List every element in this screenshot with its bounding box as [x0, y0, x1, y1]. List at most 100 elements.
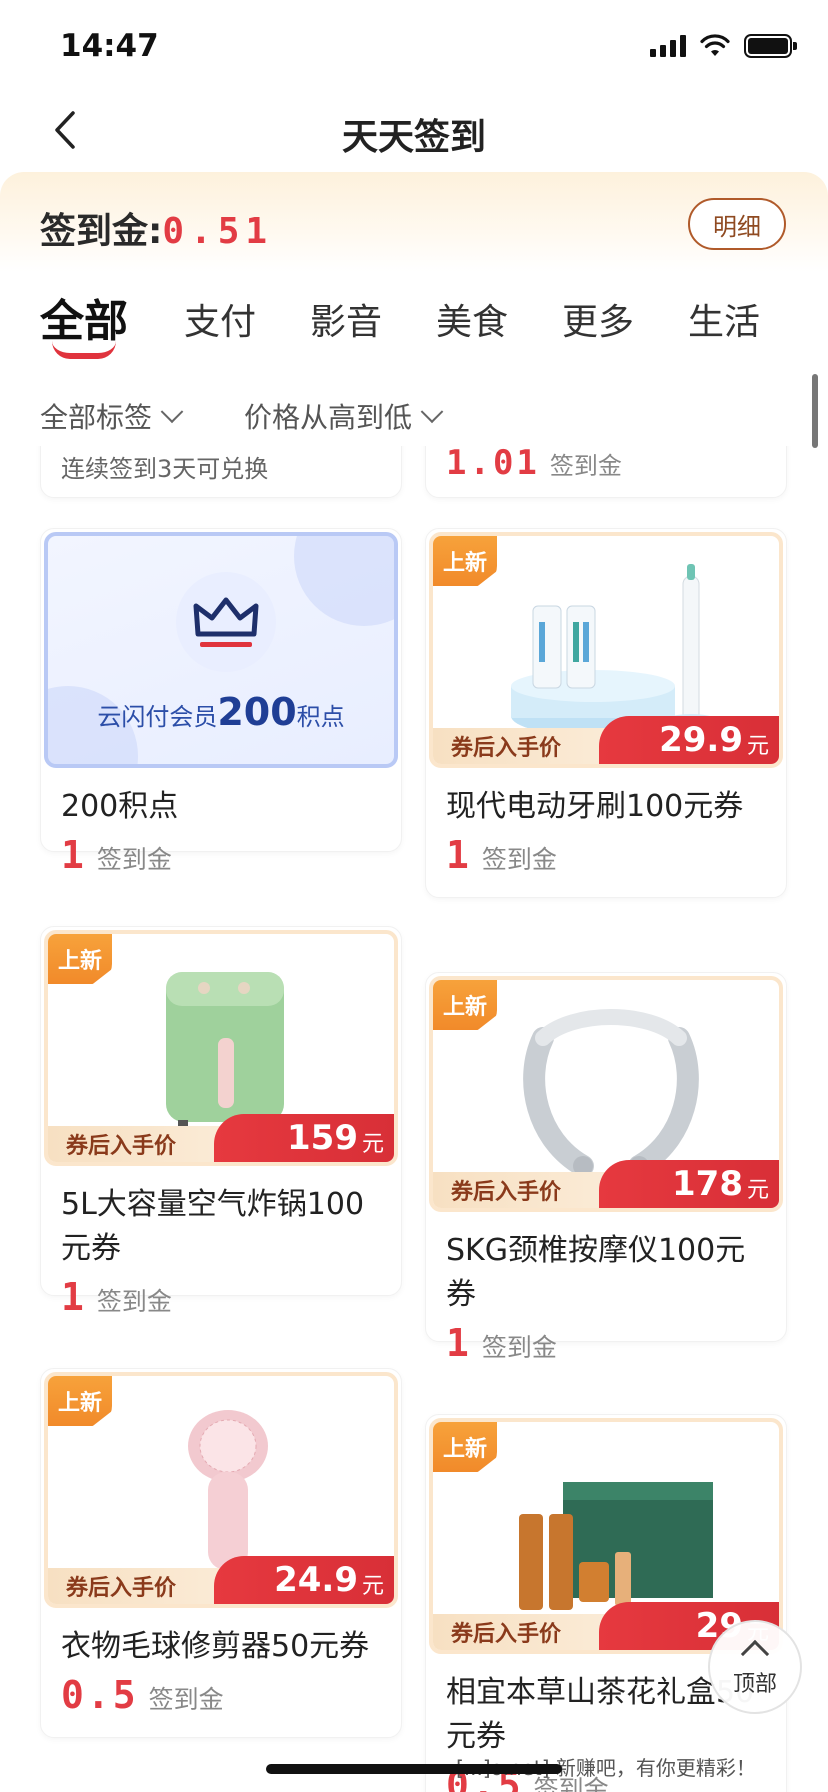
product-cost: 1 — [446, 1321, 472, 1365]
gift-box-image: 上新 券后入手价 29 元 — [429, 1418, 783, 1654]
product-card[interactable]: 上新 券后入手价 29.9 元 现代电动牙刷100元券 1 签到金 — [425, 528, 787, 898]
decor-blob — [294, 536, 394, 626]
product-cost-label: 签到金 — [148, 1685, 224, 1714]
balance-label: 签到金:0.51 — [40, 202, 273, 254]
price-value: 178 — [672, 1164, 743, 1204]
product-card[interactable]: 上新 券后入手价 178 元 SKG颈椎按摩仪100元券 1 签到金 — [425, 972, 787, 1365]
product-cost-label: 签到金 — [549, 452, 622, 480]
arrow-up-icon — [740, 1639, 770, 1669]
toothbrush-image: 上新 券后入手价 29.9 元 — [429, 532, 783, 768]
product-cost-row: 1 签到金 — [41, 829, 401, 895]
price-value: 159 — [287, 1118, 358, 1158]
product-title: SKG颈椎按摩仪100元券 — [446, 1233, 746, 1312]
status-time: 14:47 — [60, 28, 159, 64]
battery-icon — [744, 34, 797, 58]
signal-icon — [650, 35, 686, 57]
status-bar: 14:47 — [0, 0, 828, 90]
crown-icon — [176, 572, 276, 672]
member-card-image: 云闪付会员200积点 — [44, 532, 398, 768]
price-prefix: 券后入手价 — [433, 728, 624, 764]
product-cost-row: 1 签到金 — [426, 829, 786, 895]
product-card[interactable]: 云闪付会员200积点 200积点 1 签到金 — [40, 528, 402, 877]
product-card-partial[interactable]: 1.01 签到金 — [425, 446, 787, 498]
product-cost-row: 1 签到金 — [41, 1271, 401, 1337]
price-tag: 24.9 元 — [214, 1556, 394, 1604]
price-tag: 159 元 — [214, 1114, 394, 1162]
scrollbar[interactable] — [812, 374, 818, 448]
air-fryer-image: 上新 券后入手价 159 元 — [44, 930, 398, 1166]
product-title: 现代电动牙刷100元券 — [446, 789, 744, 824]
tag-filter-dropdown[interactable]: 全部标签 — [40, 396, 184, 436]
category-tabs: 全部 支付 影音 美食 更多 生活 — [0, 285, 828, 375]
product-grid: 连续签到3天可兑换 1.01 签到金 云闪付会员200积点 200积点 1 签到… — [0, 446, 828, 1792]
product-title: 200积点 — [61, 789, 179, 824]
page-title: 天天签到 — [341, 117, 486, 158]
sort-filter-dropdown[interactable]: 价格从高到低 — [244, 396, 444, 436]
sort-filter-label: 价格从高到低 — [244, 401, 413, 434]
product-title: 衣物毛球修剪器50元券 — [61, 1629, 370, 1664]
neck-massager-image: 上新 券后入手价 178 元 — [429, 976, 783, 1212]
product-card[interactable]: 上新 券后入手价 24.9 元 衣物毛球修剪器50元券 0.5 签到金 — [40, 1368, 402, 1738]
price-unit: 元 — [361, 1132, 384, 1157]
detail-button[interactable]: 明细 — [688, 198, 786, 250]
tab-life[interactable]: 生活 — [688, 293, 760, 345]
balance-header: 签到金:0.51 明细 — [0, 172, 828, 272]
filter-bar: 全部标签 价格从高到低 — [0, 390, 828, 440]
member-text-points: 200 — [217, 690, 297, 734]
tab-payment[interactable]: 支付 — [184, 293, 256, 345]
price-bar: 券后入手价 159 元 — [48, 1114, 394, 1162]
active-tab-indicator — [52, 341, 116, 359]
product-cost-label: 签到金 — [96, 1287, 172, 1316]
chevron-down-icon — [160, 400, 184, 424]
product-cost-row: 0.5 签到金 — [41, 1669, 401, 1735]
new-badge: 上新 — [433, 536, 497, 586]
price-prefix: 券后入手价 — [48, 1568, 239, 1604]
price-prefix: 券后入手价 — [433, 1172, 624, 1208]
price-bar: 券后入手价 24.9 元 — [48, 1556, 394, 1604]
product-card[interactable]: 上新 券后入手价 159 元 5L大容量空气炸锅100元券 1 签到金 — [40, 926, 402, 1319]
home-indicator — [266, 1764, 562, 1774]
product-cost: 1.01 — [446, 446, 540, 483]
back-to-top-button[interactable]: 顶部 — [708, 1620, 802, 1714]
product-cost-label: 签到金 — [96, 845, 172, 874]
status-icons — [650, 34, 797, 58]
price-bar: 券后入手价 178 元 — [433, 1160, 779, 1208]
chevron-down-icon — [420, 400, 444, 424]
product-cost-label: 签到金 — [481, 845, 557, 874]
balance-value: 0.51 — [162, 211, 274, 252]
price-value: 29.9 — [659, 720, 743, 760]
product-cost: 1 — [446, 833, 472, 877]
product-cost-label: 签到金 — [481, 1333, 557, 1362]
balance-label-text: 签到金: — [40, 211, 163, 252]
lint-remover-image: 上新 券后入手价 24.9 元 — [44, 1372, 398, 1608]
product-card-partial-text: 连续签到3天可兑换 — [61, 455, 269, 483]
product-cost: 1 — [61, 833, 87, 877]
tag-filter-label: 全部标签 — [40, 401, 153, 434]
product-cost: 1 — [61, 1275, 87, 1319]
product-cost: 0.5 — [61, 1673, 139, 1717]
product-title: 5L大容量空气炸锅100元券 — [61, 1187, 365, 1266]
price-tag: 178 元 — [599, 1160, 779, 1208]
tab-food[interactable]: 美食 — [436, 293, 508, 345]
price-unit: 元 — [746, 734, 769, 759]
product-card[interactable]: 上新 券后入手价 29 元 相宜本草山茶花礼盒50元券 0.5 签到金 — [425, 1414, 787, 1792]
price-value: 24.9 — [274, 1560, 358, 1600]
wifi-icon — [700, 34, 730, 56]
tab-all[interactable]: 全部 — [40, 285, 128, 349]
price-unit: 元 — [746, 1178, 769, 1203]
new-badge: 上新 — [433, 980, 497, 1030]
tab-more[interactable]: 更多 — [562, 293, 634, 345]
product-cost-row: 1 签到金 — [426, 1317, 786, 1383]
member-text-prefix: 云闪付会员 — [97, 703, 218, 731]
member-text: 云闪付会员200积点 — [48, 690, 394, 734]
price-tag: 29.9 元 — [599, 716, 779, 764]
new-badge: 上新 — [433, 1422, 497, 1472]
nav-bar: 天天签到 — [0, 90, 828, 170]
tab-media[interactable]: 影音 — [310, 293, 382, 345]
member-text-suffix: 积点 — [296, 703, 345, 731]
product-card-partial[interactable]: 连续签到3天可兑换 — [40, 446, 402, 498]
price-unit: 元 — [361, 1574, 384, 1599]
price-prefix: 券后入手价 — [48, 1126, 239, 1162]
back-to-top-label: 顶部 — [732, 1672, 777, 1697]
price-bar: 券后入手价 29.9 元 — [433, 716, 779, 764]
